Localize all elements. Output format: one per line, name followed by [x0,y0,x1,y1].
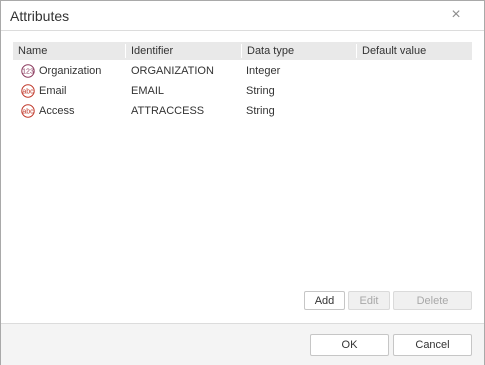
cell-identifier: ORGANIZATION [131,65,214,77]
close-icon[interactable]: × [448,6,464,24]
cell-data-type: String [246,105,275,117]
table-header: Name Identifier Data type Default value [13,42,472,60]
attributes-table: Name Identifier Data type Default value … [13,42,472,282]
add-button[interactable]: Add [304,291,345,310]
edit-button[interactable]: Edit [348,291,390,310]
cell-identifier: ATTRACCESS [131,105,205,117]
dialog-title: Attributes [10,8,70,24]
table-row[interactable]: 123 Organization ORGANIZATION Integer [13,61,472,81]
integer-type-icon-label: 123 [22,69,34,76]
column-header-data-type[interactable]: Data type [242,42,357,60]
cell-name: Email [39,85,67,97]
table-row[interactable]: abc Access ATTRACCESS String [13,101,472,121]
dialog-titlebar: Attributes × [1,1,484,31]
cell-data-type: String [246,85,275,97]
string-type-icon: abc [21,104,35,118]
integer-type-icon: 123 [21,64,35,78]
ok-button[interactable]: OK [310,334,389,356]
cancel-button[interactable]: Cancel [393,334,472,356]
cell-data-type: Integer [246,65,281,77]
delete-button[interactable]: Delete [393,291,472,310]
column-header-identifier[interactable]: Identifier [126,42,241,60]
attributes-dialog: Attributes × Name Identifier Data type D… [0,0,485,365]
string-type-icon-label: abc [22,109,34,116]
cell-identifier: EMAIL [131,85,165,97]
cell-name: Access [39,105,75,117]
column-header-name[interactable]: Name [13,42,126,60]
cell-name: Organization [39,65,102,77]
table-row[interactable]: abc Email EMAIL String [13,81,472,101]
column-header-default-value[interactable]: Default value [357,42,472,60]
dialog-footer: OK Cancel [1,323,484,365]
string-type-icon: abc [21,84,35,98]
string-type-icon-label: abc [22,89,34,96]
